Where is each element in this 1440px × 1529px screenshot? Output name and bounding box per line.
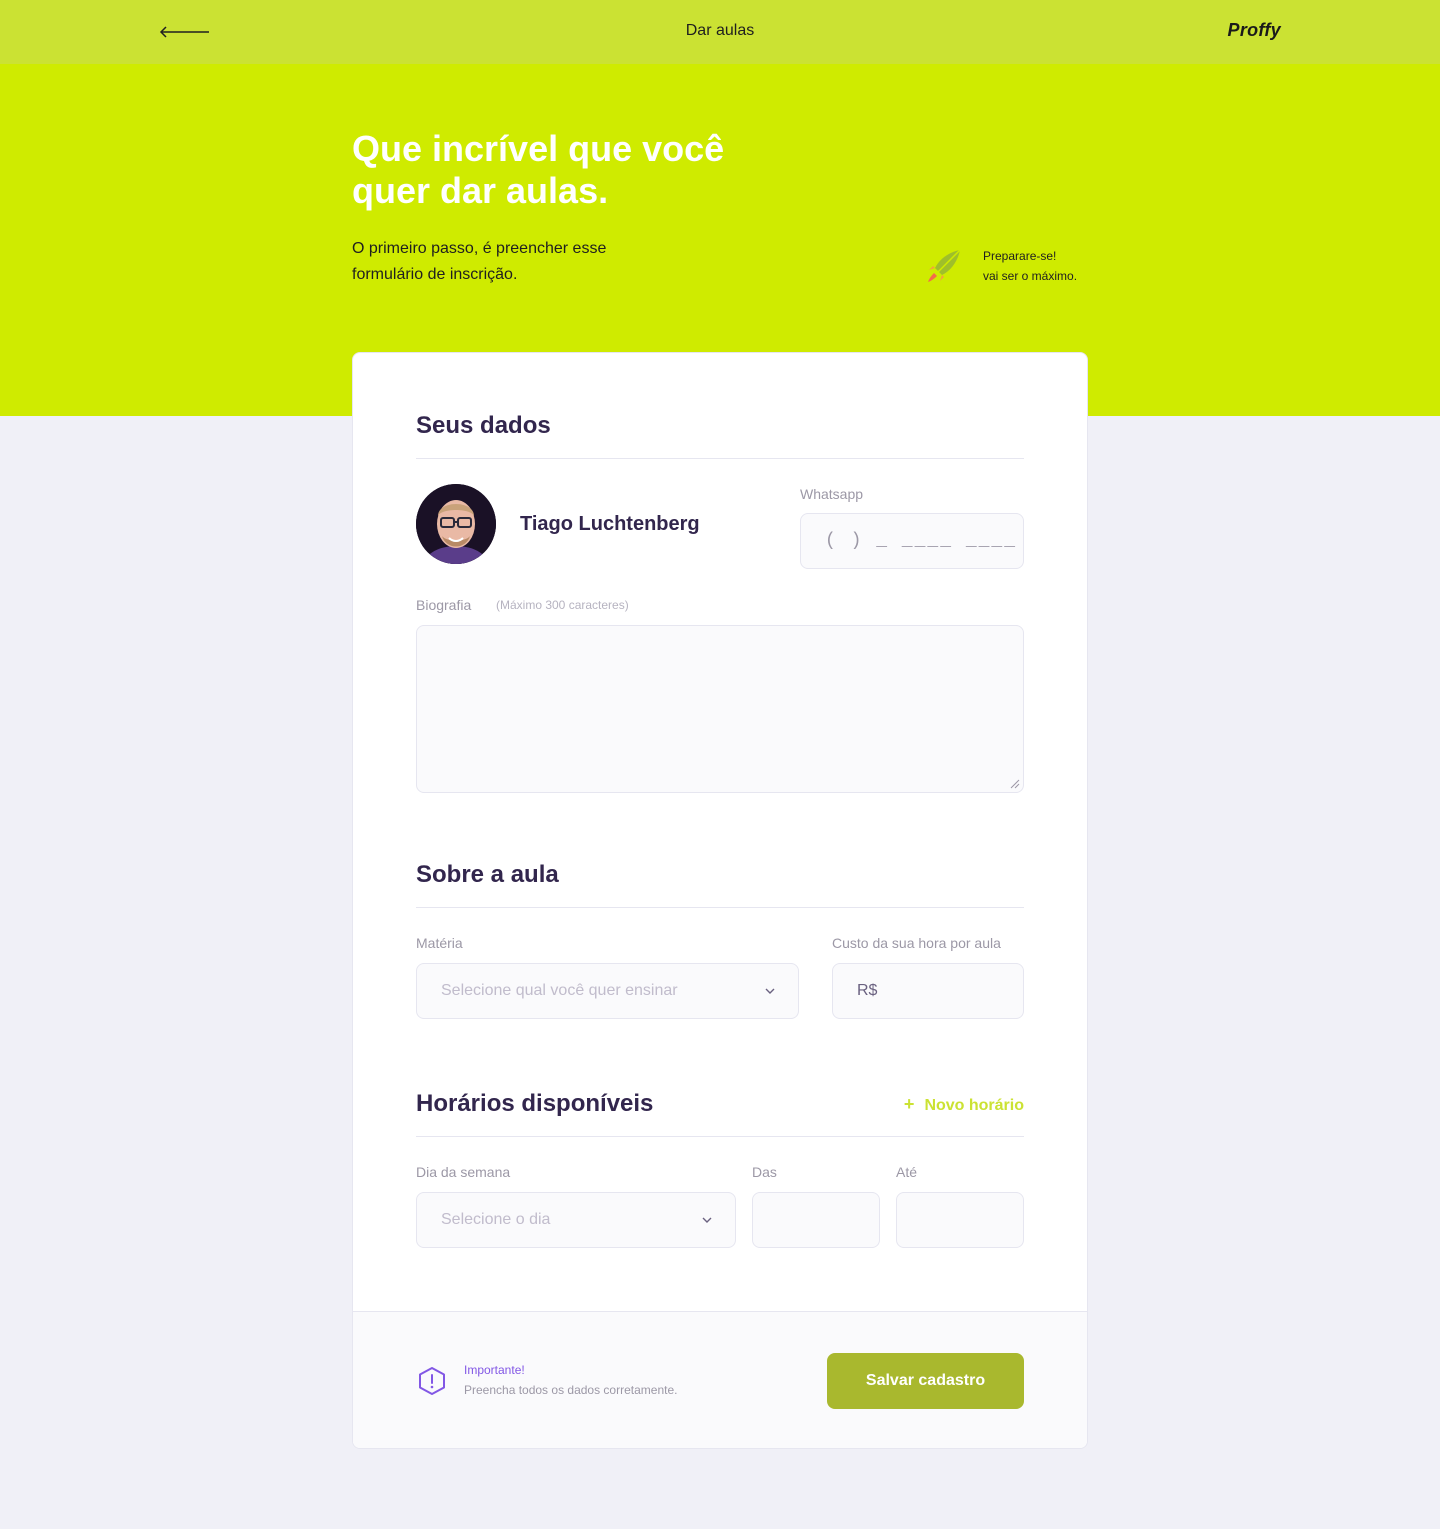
new-slot-label: Novo horário bbox=[924, 1097, 1024, 1114]
hero-description-line-2: formulário de inscrição. bbox=[352, 266, 518, 283]
warning-text: Preencha todos os dados corretamente. bbox=[464, 1383, 678, 1397]
subject-select[interactable]: Selecione qual você quer ensinar bbox=[416, 963, 799, 1019]
avatar bbox=[416, 484, 496, 564]
hero-title: Que incrível que você quer dar aulas. bbox=[352, 128, 772, 212]
warning-title: Importante! bbox=[464, 1363, 525, 1377]
hero-tip-line-1: Preparare-se! bbox=[983, 249, 1057, 263]
plus-icon: + bbox=[903, 1094, 915, 1114]
weekday-placeholder: Selecione o dia bbox=[441, 1211, 551, 1228]
avatar-image bbox=[416, 484, 496, 564]
bio-label: Biografia bbox=[416, 597, 472, 613]
to-label: Até bbox=[896, 1164, 918, 1180]
whatsapp-mask: ( ) _ ____ ____ bbox=[825, 531, 1018, 551]
proffy-logo: Proffy bbox=[1227, 20, 1281, 40]
chevron-down-icon bbox=[765, 988, 775, 994]
section-title-profile: Seus dados bbox=[416, 412, 551, 439]
bio-hint: (Máximo 300 caracteres) bbox=[496, 598, 629, 612]
to-time-input[interactable] bbox=[896, 1192, 1024, 1248]
hero-tip: Preparare-se! vai ser o máximo. bbox=[983, 246, 1077, 286]
hero-description: O primeiro passo, é preencher esse formu… bbox=[352, 236, 672, 288]
hero-description-line-1: O primeiro passo, é preencher esse bbox=[352, 240, 607, 257]
whatsapp-input[interactable]: ( ) _ ____ ____ bbox=[800, 513, 1024, 569]
section-title-class: Sobre a aula bbox=[416, 861, 559, 888]
divider bbox=[416, 1136, 1024, 1137]
resize-grip-icon[interactable] bbox=[1010, 779, 1020, 789]
from-time-input[interactable] bbox=[752, 1192, 880, 1248]
form-footer: Importante! Preencha todos os dados corr… bbox=[353, 1311, 1087, 1448]
cost-label: Custo da sua hora por aula bbox=[832, 935, 1001, 951]
chevron-down-icon bbox=[702, 1217, 712, 1223]
from-label: Das bbox=[752, 1164, 777, 1180]
registration-form: Seus dados Tiago Luchtenberg Whatsapp ( … bbox=[352, 352, 1088, 1449]
hero-title-line-1: Que incrível que você bbox=[352, 128, 725, 169]
hero-tip-line-2: vai ser o máximo. bbox=[983, 269, 1078, 283]
new-slot-button[interactable]: + Novo horário bbox=[904, 1094, 1024, 1115]
cost-prefix: R$ bbox=[857, 982, 878, 999]
section-title-schedule: Horários disponíveis bbox=[416, 1090, 654, 1117]
alert-hexagon-icon bbox=[419, 1367, 445, 1395]
weekday-label: Dia da semana bbox=[416, 1164, 511, 1180]
weekday-select[interactable]: Selecione o dia bbox=[416, 1192, 736, 1248]
hero-title-line-2: quer dar aulas. bbox=[352, 170, 609, 211]
whatsapp-label: Whatsapp bbox=[800, 486, 864, 502]
teacher-name: Tiago Luchtenberg bbox=[520, 513, 700, 535]
page-title: Dar aulas bbox=[685, 22, 755, 39]
divider bbox=[416, 907, 1024, 908]
subject-label: Matéria bbox=[416, 935, 463, 951]
top-bar: Dar aulas Proffy bbox=[0, 0, 1440, 64]
save-button[interactable]: Salvar cadastro bbox=[827, 1353, 1024, 1409]
rocket-icon bbox=[928, 249, 961, 282]
divider bbox=[416, 458, 1024, 459]
subject-placeholder: Selecione qual você quer ensinar bbox=[441, 982, 678, 999]
bio-textarea[interactable] bbox=[416, 625, 1024, 793]
cost-input[interactable]: R$ bbox=[832, 963, 1024, 1019]
